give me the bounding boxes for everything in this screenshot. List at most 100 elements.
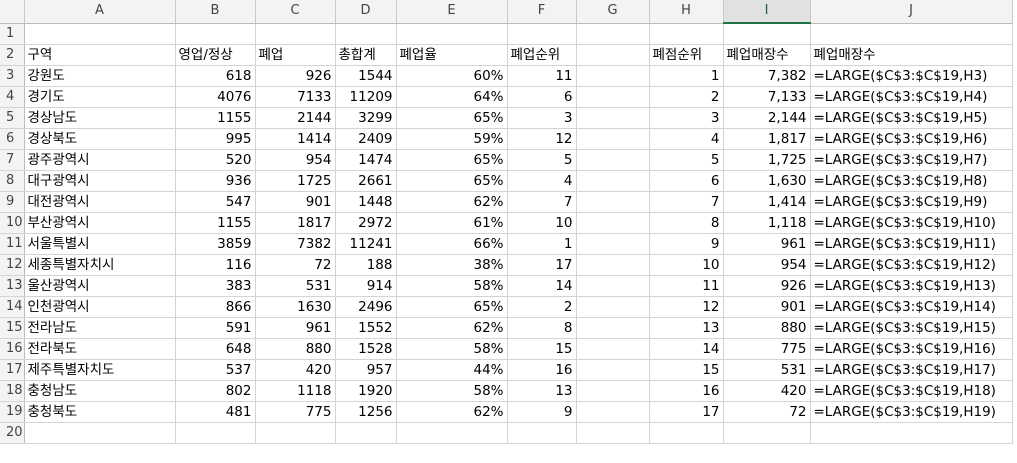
cell-c2[interactable]: 폐업: [255, 44, 336, 66]
cell-d16[interactable]: 1528: [335, 338, 397, 360]
cell-d11[interactable]: 11241: [335, 233, 397, 255]
cell-a7[interactable]: 광주광역시: [24, 149, 176, 171]
cell-f12[interactable]: 17: [507, 254, 577, 276]
row-header[interactable]: 20: [0, 422, 25, 444]
cell-e14[interactable]: 65%: [396, 296, 508, 318]
cell-i12[interactable]: 954: [723, 254, 811, 276]
cell-d13[interactable]: 914: [335, 275, 397, 297]
cell-c15[interactable]: 961: [255, 317, 336, 339]
cell-c1[interactable]: [255, 23, 336, 45]
cell-h20[interactable]: [649, 422, 724, 444]
cell-j18[interactable]: =LARGE($C$3:$C$19,H18): [810, 380, 1013, 402]
cell-i6[interactable]: 1,817: [723, 128, 811, 150]
cell-j20[interactable]: [810, 422, 1013, 444]
cell-i9[interactable]: 1,414: [723, 191, 811, 213]
cell-h10[interactable]: 8: [649, 212, 724, 234]
cell-h17[interactable]: 15: [649, 359, 724, 381]
column-header-j[interactable]: J: [810, 0, 1013, 24]
cell-j7[interactable]: =LARGE($C$3:$C$19,H7): [810, 149, 1013, 171]
cell-d2[interactable]: 총합계: [335, 44, 397, 66]
cell-e19[interactable]: 62%: [396, 401, 508, 423]
cell-d8[interactable]: 2661: [335, 170, 397, 192]
cell-a4[interactable]: 경기도: [24, 86, 176, 108]
select-all-corner[interactable]: [0, 0, 25, 24]
column-header-e[interactable]: E: [396, 0, 508, 24]
cell-i15[interactable]: 880: [723, 317, 811, 339]
cell-f9[interactable]: 7: [507, 191, 577, 213]
cell-g18[interactable]: [576, 380, 650, 402]
cell-f15[interactable]: 8: [507, 317, 577, 339]
cell-e9[interactable]: 62%: [396, 191, 508, 213]
cell-e4[interactable]: 64%: [396, 86, 508, 108]
cell-j1[interactable]: [810, 23, 1013, 45]
cell-c16[interactable]: 880: [255, 338, 336, 360]
cell-j3[interactable]: =LARGE($C$3:$C$19,H3): [810, 65, 1013, 87]
cell-b14[interactable]: 866: [175, 296, 256, 318]
cell-i13[interactable]: 926: [723, 275, 811, 297]
cell-a9[interactable]: 대전광역시: [24, 191, 176, 213]
cell-g2[interactable]: [576, 44, 650, 66]
cell-h7[interactable]: 5: [649, 149, 724, 171]
cell-j12[interactable]: =LARGE($C$3:$C$19,H12): [810, 254, 1013, 276]
cell-e16[interactable]: 58%: [396, 338, 508, 360]
row-header[interactable]: 13: [0, 275, 25, 297]
column-header-d[interactable]: D: [335, 0, 397, 24]
cell-c9[interactable]: 901: [255, 191, 336, 213]
cell-e11[interactable]: 66%: [396, 233, 508, 255]
cell-g6[interactable]: [576, 128, 650, 150]
cell-h12[interactable]: 10: [649, 254, 724, 276]
cell-g7[interactable]: [576, 149, 650, 171]
cell-g19[interactable]: [576, 401, 650, 423]
cell-e2[interactable]: 폐업율: [396, 44, 508, 66]
cell-f13[interactable]: 14: [507, 275, 577, 297]
cell-e5[interactable]: 65%: [396, 107, 508, 129]
cell-i20[interactable]: [723, 422, 811, 444]
cell-b11[interactable]: 3859: [175, 233, 256, 255]
cell-i2[interactable]: 폐업매장수: [723, 44, 811, 66]
cell-g12[interactable]: [576, 254, 650, 276]
cell-i16[interactable]: 775: [723, 338, 811, 360]
cell-f10[interactable]: 10: [507, 212, 577, 234]
cell-d20[interactable]: [335, 422, 397, 444]
cell-a6[interactable]: 경상북도: [24, 128, 176, 150]
cell-f11[interactable]: 1: [507, 233, 577, 255]
row-header[interactable]: 15: [0, 317, 25, 339]
cell-b8[interactable]: 936: [175, 170, 256, 192]
row-header[interactable]: 12: [0, 254, 25, 276]
cell-i1[interactable]: [723, 23, 811, 45]
cell-f18[interactable]: 13: [507, 380, 577, 402]
cell-a2[interactable]: 구역: [24, 44, 176, 66]
cell-b13[interactable]: 383: [175, 275, 256, 297]
row-header[interactable]: 6: [0, 128, 25, 150]
cell-b19[interactable]: 481: [175, 401, 256, 423]
row-header[interactable]: 3: [0, 65, 25, 87]
cell-h14[interactable]: 12: [649, 296, 724, 318]
row-header[interactable]: 7: [0, 149, 25, 171]
cell-j14[interactable]: =LARGE($C$3:$C$19,H14): [810, 296, 1013, 318]
cell-b1[interactable]: [175, 23, 256, 45]
cell-d18[interactable]: 1920: [335, 380, 397, 402]
cell-d17[interactable]: 957: [335, 359, 397, 381]
cell-g14[interactable]: [576, 296, 650, 318]
cell-a10[interactable]: 부산광역시: [24, 212, 176, 234]
cell-j13[interactable]: =LARGE($C$3:$C$19,H13): [810, 275, 1013, 297]
cell-d5[interactable]: 3299: [335, 107, 397, 129]
cell-d10[interactable]: 2972: [335, 212, 397, 234]
column-header-b[interactable]: B: [175, 0, 256, 24]
cell-i11[interactable]: 961: [723, 233, 811, 255]
cell-c7[interactable]: 954: [255, 149, 336, 171]
cell-b4[interactable]: 4076: [175, 86, 256, 108]
cell-h4[interactable]: 2: [649, 86, 724, 108]
column-header-c[interactable]: C: [255, 0, 336, 24]
cell-b2[interactable]: 영업/정상: [175, 44, 256, 66]
cell-j9[interactable]: =LARGE($C$3:$C$19,H9): [810, 191, 1013, 213]
cell-b7[interactable]: 520: [175, 149, 256, 171]
cell-h1[interactable]: [649, 23, 724, 45]
cell-g4[interactable]: [576, 86, 650, 108]
cell-a17[interactable]: 제주특별자치도: [24, 359, 176, 381]
row-header[interactable]: 1: [0, 23, 25, 45]
cell-c4[interactable]: 7133: [255, 86, 336, 108]
cell-c6[interactable]: 1414: [255, 128, 336, 150]
cell-d3[interactable]: 1544: [335, 65, 397, 87]
cell-j19[interactable]: =LARGE($C$3:$C$19,H19): [810, 401, 1013, 423]
